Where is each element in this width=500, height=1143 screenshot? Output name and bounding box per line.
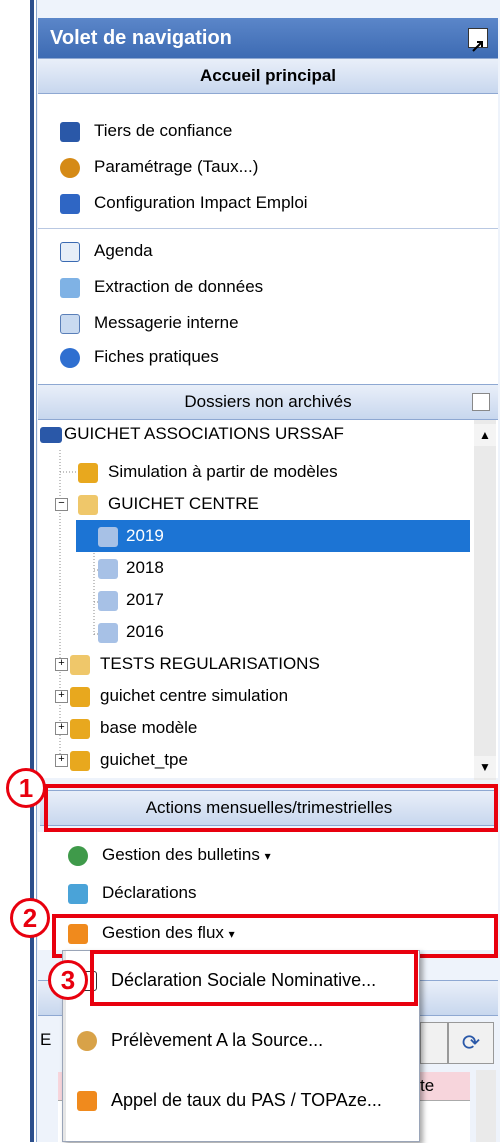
tree-node-label: GUICHET CENTRE [108, 494, 259, 513]
warning-folder-icon [70, 686, 90, 707]
dropdown-arrow-icon: ▾ [264, 849, 271, 863]
highlight-box-1 [44, 784, 498, 832]
collapse-toggle[interactable]: − [55, 498, 68, 511]
menu-item-label: Extraction de données [94, 277, 264, 296]
user-icon [77, 1031, 97, 1052]
menu-item-agenda[interactable]: Agenda [60, 236, 153, 266]
annotation-2: 2 [10, 898, 50, 938]
menu-item-label: Messagerie interne [94, 313, 239, 332]
tree-node-simulation[interactable]: Simulation à partir de modèles [78, 456, 338, 488]
annotation-3: 3 [48, 960, 88, 1000]
tree-scrollbar[interactable] [474, 420, 496, 780]
menu-item-extraction-de-donnees[interactable]: Extraction de données [60, 272, 263, 302]
action-gestion-des-bulletins[interactable]: Gestion des bulletins ▾ [68, 840, 271, 870]
menu-item-parametrage[interactable]: Paramétrage (Taux...) [60, 152, 258, 182]
expand-toggle[interactable]: + [55, 658, 68, 671]
annotation-1: 1 [6, 768, 46, 808]
calendar-file-icon [98, 526, 118, 547]
tree-root[interactable]: GUICHET ASSOCIATIONS URSSAF [40, 424, 344, 444]
highlight-box-3 [90, 950, 418, 1006]
menu-item-label: Paramétrage (Taux...) [94, 157, 259, 176]
menu-item-fiches-pratiques[interactable]: Fiches pratiques [60, 342, 219, 372]
tree-root-label: GUICHET ASSOCIATIONS URSSAF [64, 424, 344, 443]
tree-node-label: 2018 [126, 558, 164, 577]
tree-node-label: Simulation à partir de modèles [108, 462, 338, 481]
separator [38, 228, 498, 229]
action-label: Déclarations [102, 883, 197, 902]
calendar-icon [60, 241, 80, 262]
rss-feed-icon [77, 1091, 97, 1112]
calendar-file-icon [98, 590, 118, 611]
menu-item-label: Prélèvement A la Source... [111, 1030, 324, 1050]
warning-folder-icon [70, 718, 90, 739]
tree-node-guichet-tpe[interactable]: guichet_tpe [70, 744, 188, 776]
tree-node-guichet-centre-simulation[interactable]: guichet centre simulation [70, 680, 288, 712]
expand-toggle[interactable]: + [55, 690, 68, 703]
refresh-globe-icon [68, 845, 88, 866]
home-section-header[interactable]: Accueil principal [38, 58, 498, 94]
tree-node-2016[interactable]: 2016 [98, 616, 164, 648]
menu-item-label: Configuration Impact Emploi [94, 193, 308, 212]
menu-item-label: Appel de taux du PAS / TOPAze... [111, 1090, 382, 1110]
tree-node-label: guichet centre simulation [100, 686, 289, 705]
declaration-icon [68, 883, 88, 904]
dossiers-section-title: Dossiers non archivés [184, 392, 352, 411]
grid-scrollbar[interactable] [476, 1070, 496, 1142]
scroll-up-icon[interactable]: ▲ [474, 424, 496, 446]
id-card-icon [60, 121, 80, 142]
warning-folder-icon [70, 750, 90, 771]
menu-item-topaze[interactable]: Appel de taux du PAS / TOPAze... [63, 1075, 419, 1125]
pin-icon[interactable] [468, 28, 488, 52]
tree-node-label: guichet_tpe [100, 750, 188, 769]
menu-item-label: Agenda [94, 241, 153, 260]
tree-node-2017[interactable]: 2017 [98, 584, 164, 616]
tree-node-2018[interactable]: 2018 [98, 552, 164, 584]
menu-item-pas[interactable]: Prélèvement A la Source... [63, 1015, 419, 1065]
tree-node-label: base modèle [100, 718, 198, 737]
refresh-icon[interactable]: ⟳ [448, 1022, 494, 1064]
tree-node-label: 2017 [126, 590, 164, 609]
panel-title-bar: Volet de navigation [38, 18, 498, 58]
calendar-file-icon [98, 622, 118, 643]
id-card-icon [40, 426, 62, 443]
scroll-down-icon[interactable]: ▼ [474, 756, 496, 778]
extract-icon [60, 277, 80, 298]
collapse-checkbox[interactable] [472, 393, 490, 411]
expand-toggle[interactable]: + [55, 754, 68, 767]
background-letter: E [40, 1030, 52, 1049]
menu-item-messagerie-interne[interactable]: Messagerie interne [60, 308, 239, 338]
warning-folder-icon [78, 462, 98, 483]
action-label: Gestion des bulletins [102, 845, 260, 864]
tree-node-2019[interactable]: 2019 [98, 520, 164, 552]
action-declarations[interactable]: Déclarations [68, 878, 197, 908]
menu-item-tiers-de-confiance[interactable]: Tiers de confiance [60, 116, 232, 146]
mail-icon [60, 313, 80, 334]
tree-node-label: 2016 [126, 622, 164, 641]
calendar-file-icon [98, 558, 118, 579]
tree-node-base-modele[interactable]: base modèle [70, 712, 197, 744]
dossiers-section-header[interactable]: Dossiers non archivés [38, 384, 498, 420]
dropdown-button[interactable] [420, 1022, 448, 1064]
tree-node-label: TESTS REGULARISATIONS [100, 654, 320, 673]
expand-toggle[interactable]: + [55, 722, 68, 735]
tree-node-label: 2019 [126, 526, 164, 545]
help-icon [60, 347, 80, 368]
menu-item-configuration-impact-emploi[interactable]: Configuration Impact Emploi [60, 188, 308, 218]
grid-header-cell: te [420, 1076, 435, 1095]
document-edit-icon [60, 193, 80, 214]
folder-edit-icon [70, 654, 90, 675]
tree-node-tests-regularisations[interactable]: TESTS REGULARISATIONS [70, 648, 320, 680]
menu-item-label: Fiches pratiques [94, 347, 219, 366]
tree-node-guichet-centre[interactable]: GUICHET CENTRE [78, 488, 259, 520]
panel-title: Volet de navigation [50, 27, 232, 49]
gear-icon [60, 157, 80, 178]
folder-edit-icon [78, 494, 98, 515]
left-border [30, 0, 34, 1142]
menu-item-label: Tiers de confiance [94, 121, 233, 140]
